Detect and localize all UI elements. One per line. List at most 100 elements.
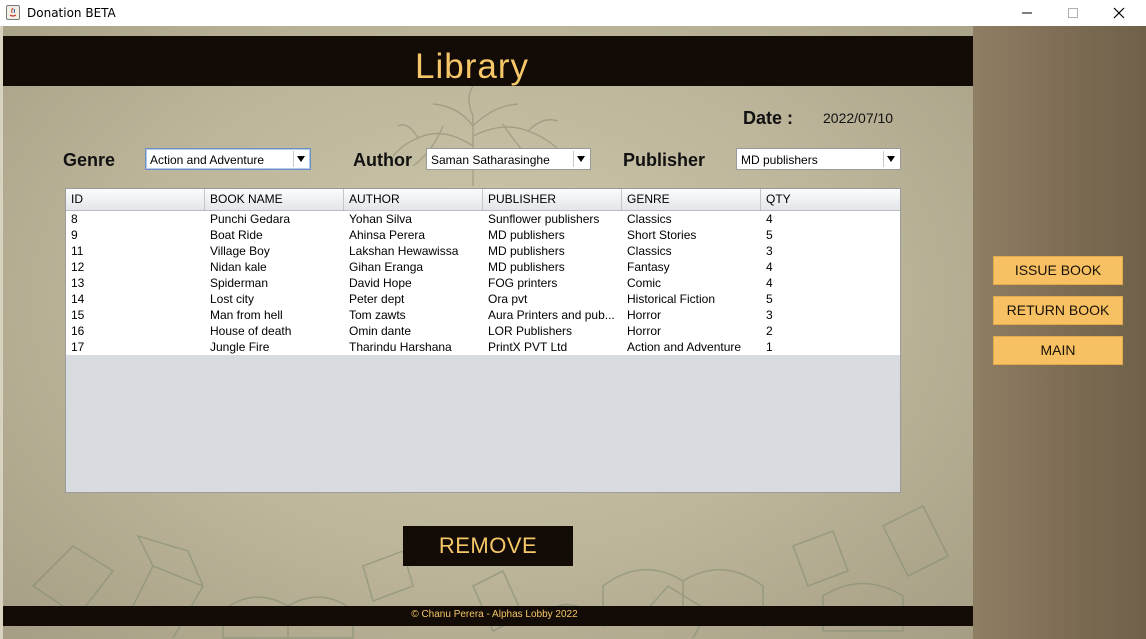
cell-qty: 2 <box>766 324 773 338</box>
cell-qty: 5 <box>766 292 773 306</box>
remove-button[interactable]: REMOVE <box>403 526 573 566</box>
cell-id: 9 <box>71 228 78 242</box>
footer-bar: © Chanu Perera - Alphas Lobby 2022 <box>3 606 973 626</box>
cell-id: 17 <box>71 340 85 354</box>
cell-book-name: House of death <box>210 324 292 338</box>
cell-book-name: Nidan kale <box>210 260 267 274</box>
cell-publisher: MD publishers <box>488 260 565 274</box>
cell-book-name: Village Boy <box>210 244 270 258</box>
main-button[interactable]: MAIN <box>993 336 1123 365</box>
sidebar: ISSUE BOOK RETURN BOOK MAIN <box>973 26 1146 639</box>
cell-id: 12 <box>71 260 85 274</box>
table-header: ID BOOK NAME AUTHOR PUBLISHER GENRE QTY <box>66 189 900 211</box>
minimize-button[interactable] <box>1004 0 1050 26</box>
cell-genre: Action and Adventure <box>627 340 742 354</box>
cell-genre: Fantasy <box>627 260 670 274</box>
cell-genre: Comic <box>627 276 662 290</box>
column-header-genre[interactable]: GENRE <box>622 189 761 210</box>
window-titlebar: Donation BETA <box>0 0 1146 26</box>
date-label: Date : <box>743 108 794 128</box>
chevron-down-icon <box>573 151 588 167</box>
cell-qty: 1 <box>766 340 773 354</box>
cell-genre: Horror <box>627 324 662 338</box>
maximize-icon <box>1068 8 1078 18</box>
cell-qty: 4 <box>766 276 773 290</box>
cell-qty: 3 <box>766 244 773 258</box>
author-select[interactable]: Saman Satharasinghe <box>426 148 591 170</box>
table-body: 8 Punchi Gedara Yohan Silva Sunflower publi… <box>66 211 900 355</box>
cell-genre: Horror <box>627 308 662 322</box>
cell-publisher: MD publishers <box>488 228 565 242</box>
column-header-book-name[interactable]: BOOK NAME <box>205 189 344 210</box>
return-book-button[interactable]: RETURN BOOK <box>993 296 1123 325</box>
table-row[interactable]: 14 Lost city Peter dept Ora pvt Historical F… <box>66 291 900 307</box>
cell-author: Tharindu Harshana <box>349 340 452 354</box>
table-row[interactable]: 17 Jungle Fire Tharindu Harshana PrintX PVT… <box>66 339 900 355</box>
cell-author: Peter dept <box>349 292 405 306</box>
column-header-author[interactable]: AUTHOR <box>344 189 483 210</box>
table-row[interactable]: 8 Punchi Gedara Yohan Silva Sunflower publi… <box>66 211 900 227</box>
java-icon <box>6 5 20 20</box>
publisher-label: Publisher <box>623 150 706 170</box>
table-row[interactable]: 15 Man from hell Tom zawts Aura Printers an… <box>66 307 900 323</box>
cell-publisher: PrintX PVT Ltd <box>488 340 568 354</box>
cell-book-name: Lost city <box>210 292 255 306</box>
genre-select-value: Action and Adventure <box>150 153 265 167</box>
table-row[interactable]: 13 Spiderman David Hope FOG printers Comic 4 <box>66 275 900 291</box>
table-row[interactable]: 11 Village Boy Lakshan Hewawissa MD publish… <box>66 243 900 259</box>
cell-genre: Classics <box>627 244 672 258</box>
cell-genre: Short Stories <box>627 228 697 242</box>
cell-author: Ahinsa Perera <box>349 228 426 242</box>
publisher-select-value: MD publishers <box>741 153 818 167</box>
books-table[interactable]: ID BOOK NAME AUTHOR PUBLISHER GENRE QTY … <box>65 188 901 493</box>
chevron-down-icon <box>293 151 308 167</box>
main-panel: Library Date : 2022/07/10 Genre Action a… <box>3 26 973 639</box>
column-header-qty[interactable]: QTY <box>761 189 900 210</box>
header-bar: Library <box>3 36 973 86</box>
author-label: Author <box>353 150 412 170</box>
author-select-value: Saman Satharasinghe <box>431 153 550 167</box>
cell-author: Gihan Eranga <box>349 260 424 274</box>
column-header-id[interactable]: ID <box>66 189 205 210</box>
date-value: 2022/07/10 <box>823 110 894 126</box>
cell-qty: 3 <box>766 308 773 322</box>
cell-publisher: FOG printers <box>488 276 558 290</box>
table-row[interactable]: 12 Nidan kale Gihan Eranga MD publishers Fan… <box>66 259 900 275</box>
column-header-publisher[interactable]: PUBLISHER <box>483 189 622 210</box>
minimize-icon <box>1022 12 1032 14</box>
cell-author: David Hope <box>349 276 412 290</box>
close-icon <box>1113 7 1125 19</box>
cell-publisher: LOR Publishers <box>488 324 573 338</box>
cell-book-name: Boat Ride <box>210 228 263 242</box>
cell-publisher: Ora pvt <box>488 292 528 306</box>
chevron-down-icon <box>883 151 898 167</box>
cell-publisher: Sunflower publishers <box>488 212 600 226</box>
genre-label: Genre <box>63 150 116 170</box>
table-row[interactable]: 16 House of death Omin dante LOR Publishers… <box>66 323 900 339</box>
issue-book-button[interactable]: ISSUE BOOK <box>993 256 1123 285</box>
cell-qty: 4 <box>766 212 773 226</box>
cell-qty: 4 <box>766 260 773 274</box>
cell-qty: 5 <box>766 228 773 242</box>
cell-book-name: Jungle Fire <box>210 340 270 354</box>
cell-author: Lakshan Hewawissa <box>349 244 459 258</box>
maximize-button[interactable] <box>1050 0 1096 26</box>
table-row[interactable]: 9 Boat Ride Ahinsa Perera MD publishers Shor… <box>66 227 900 243</box>
cell-author: Omin dante <box>349 324 412 338</box>
genre-select[interactable]: Action and Adventure <box>145 148 311 170</box>
cell-id: 15 <box>71 308 85 322</box>
cell-id: 11 <box>71 244 84 258</box>
cell-author: Tom zawts <box>349 308 406 322</box>
cell-author: Yohan Silva <box>349 212 412 226</box>
cell-genre: Classics <box>627 212 672 226</box>
cell-book-name: Spiderman <box>210 276 269 290</box>
cell-id: 14 <box>71 292 85 306</box>
window-title: Donation BETA <box>27 6 116 20</box>
cell-book-name: Punchi Gedara <box>210 212 291 226</box>
cell-id: 13 <box>71 276 85 290</box>
publisher-select[interactable]: MD publishers <box>736 148 901 170</box>
footer-copyright: © Chanu Perera - Alphas Lobby 2022 <box>411 609 578 620</box>
close-button[interactable] <box>1096 0 1142 26</box>
cell-publisher: MD publishers <box>488 244 565 258</box>
cell-genre: Historical Fiction <box>627 292 716 306</box>
